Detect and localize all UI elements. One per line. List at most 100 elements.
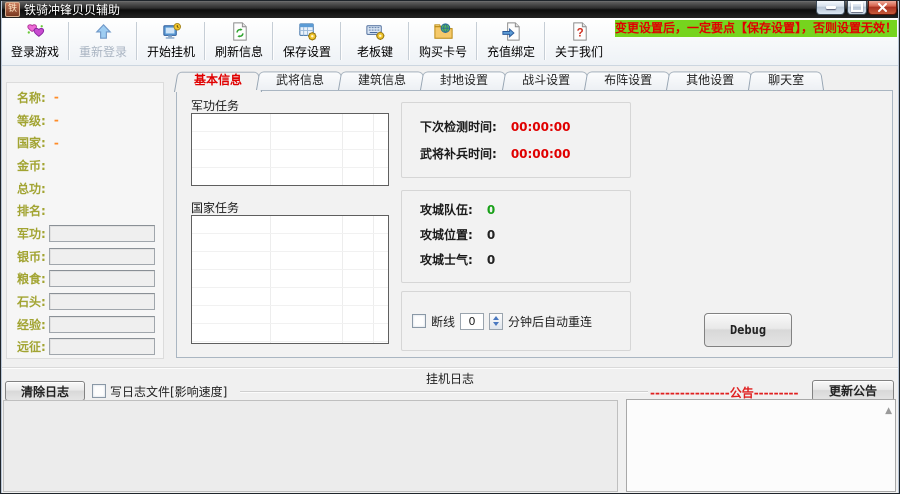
write-log-checkbox[interactable]	[92, 384, 106, 398]
reconnect-groupbox: 断线 0 分钟后自动重连	[401, 291, 631, 351]
food-field[interactable]	[48, 270, 155, 288]
toolbar-button-buy-card[interactable]: 购买卡号	[411, 18, 475, 65]
siege-team-row: 攻城队伍: 0	[420, 201, 630, 218]
stat-label: 排名:	[17, 204, 46, 219]
field-label: 石头:	[17, 294, 46, 309]
reconnect-suffix-label: 分钟后自动重连	[508, 314, 593, 329]
toolbar-label: 刷新信息	[214, 45, 263, 59]
maximize-icon	[851, 2, 863, 12]
announcement-area[interactable]: ▲	[626, 399, 896, 492]
field-label: 军功:	[17, 226, 46, 241]
hangup-log-area[interactable]	[3, 400, 618, 492]
toolbar-button-about-us[interactable]: ? 关于我们	[547, 18, 611, 65]
window-title: 铁骑冲锋贝贝辅助	[24, 2, 121, 17]
tab-battle-settings[interactable]: 战斗设置	[509, 70, 583, 90]
next-check-label: 下次检测时间:	[420, 120, 497, 134]
toolbar-button-login-game[interactable]: 登录游戏	[3, 18, 67, 65]
write-log-label: 写日志文件[影响速度]	[110, 384, 228, 399]
stat-value: -	[53, 90, 59, 105]
disconnect-checkbox[interactable]	[412, 314, 426, 328]
tab-building-info[interactable]: 建筑信息	[345, 70, 419, 90]
toolbar-label: 购买卡号	[418, 45, 467, 59]
toolbar-separator	[272, 22, 274, 60]
toolbar-separator	[476, 22, 478, 60]
next-check-value: 00:00:00	[510, 119, 571, 134]
next-check-row: 下次检测时间: 00:00:00	[420, 118, 630, 135]
stat-row-rank: 排名:	[17, 199, 155, 222]
stat-row-total-merit: 总功:	[17, 177, 155, 200]
stat-value: -	[53, 113, 59, 127]
toolbar-separator	[204, 22, 206, 60]
tab-other-settings[interactable]: 其他设置	[673, 70, 747, 90]
reconnect-minutes-input[interactable]: 0	[460, 312, 485, 330]
exp-field[interactable]	[48, 315, 155, 333]
stat-value: -	[53, 135, 59, 150]
tab-basic-info[interactable]: 基本信息	[181, 70, 255, 90]
stat-label: 等级:	[17, 113, 46, 128]
monitor-clock-icon	[162, 22, 181, 39]
tab-formation-settings[interactable]: 布阵设置	[591, 70, 665, 90]
field-label: 经验:	[17, 317, 46, 332]
siege-morale-row: 攻城士气: 0	[420, 251, 630, 268]
siege-morale-label: 攻城士气:	[420, 253, 473, 267]
clear-log-button[interactable]: 清除日志	[5, 381, 85, 401]
app-icon: 铁	[5, 1, 20, 17]
stat-label: 国家:	[17, 136, 46, 151]
toolbar-button-relogin[interactable]: 重新登录	[71, 18, 135, 65]
tab-fief-settings[interactable]: 封地设置	[427, 70, 501, 90]
spin-down-icon[interactable]	[493, 322, 500, 327]
siege-position-value: 0	[486, 227, 496, 242]
silver-field[interactable]	[48, 247, 155, 265]
player-info-sidebar: 名称: - 等级: - 国家: - 金币: 总功: 排名: 军功: 银币: 粮食: 石…	[6, 82, 164, 359]
expedition-field[interactable]	[48, 338, 155, 356]
reinforce-time-row: 武将补兵时间: 00:00:00	[420, 145, 630, 162]
toolbar-button-save-settings[interactable]: 保存设置	[275, 18, 339, 65]
tab-chat-room[interactable]: 聊天室	[755, 70, 817, 90]
scroll-up-icon[interactable]: ▲	[885, 406, 892, 416]
update-announcement-button[interactable]: 更新公告	[812, 380, 894, 401]
disconnect-label: 断线	[431, 314, 456, 329]
stone-field[interactable]	[48, 292, 155, 310]
field-row-exp: 经验:	[17, 313, 155, 336]
doc-arrow-icon	[501, 22, 520, 41]
close-button[interactable]	[868, 0, 897, 15]
siege-team-value: 0	[486, 202, 496, 217]
stat-row-level: 等级: -	[17, 109, 155, 132]
hearts-icon	[26, 24, 44, 37]
reinforce-time-value: 00:00:00	[510, 146, 571, 161]
toolbar-separator	[408, 22, 410, 60]
refresh-doc-icon	[232, 22, 247, 41]
merit-field[interactable]	[48, 224, 155, 242]
merit-task-title: 军功任务	[191, 99, 240, 113]
minimize-icon	[825, 5, 836, 9]
stat-row-gold: 金币:	[17, 154, 155, 177]
spin-up-icon[interactable]	[493, 315, 500, 320]
reconnect-row: 断线 0 分钟后自动重连	[412, 292, 592, 350]
field-row-silver: 银币:	[17, 245, 155, 268]
siege-team-label: 攻城队伍:	[420, 203, 473, 217]
field-label: 远征:	[17, 340, 46, 355]
settings-warning-banner: 变更设置后，一定要点【保存设置】，否则设置无效！	[615, 20, 898, 37]
minimize-button[interactable]	[816, 0, 845, 15]
keyboard-gear-icon	[365, 25, 385, 41]
stat-label: 总功:	[17, 181, 46, 196]
country-task-list[interactable]	[191, 215, 389, 344]
merit-task-list[interactable]	[191, 113, 389, 186]
reinforce-time-label: 武将补兵时间:	[420, 147, 497, 161]
siege-morale-value: 0	[486, 252, 496, 267]
stat-label: 金币:	[17, 158, 46, 173]
reconnect-minutes-stepper[interactable]	[489, 312, 504, 330]
title-bar[interactable]: 铁 铁骑冲锋贝贝辅助	[0, 0, 900, 18]
field-row-merit: 军功:	[17, 222, 155, 245]
basic-info-panel: 军功任务 国家任务 下次检测时间: 00:00:00 武将补兵时间: 00:00…	[176, 90, 893, 358]
toolbar-button-refresh-info[interactable]: 刷新信息	[207, 18, 271, 65]
toolbar-button-recharge-bind[interactable]: 充值绑定	[479, 18, 543, 65]
maximize-button[interactable]	[847, 0, 867, 15]
toolbar-button-start-hangup[interactable]: 开始挂机	[139, 18, 203, 65]
tab-general-info[interactable]: 武将信息	[263, 70, 337, 90]
etched-divider	[240, 391, 648, 393]
debug-button[interactable]: Debug	[704, 313, 792, 347]
toolbar-label: 充值绑定	[486, 45, 535, 59]
toolbar-button-boss-key[interactable]: 老板键	[343, 18, 407, 65]
write-log-row: 写日志文件[影响速度]	[92, 383, 227, 399]
